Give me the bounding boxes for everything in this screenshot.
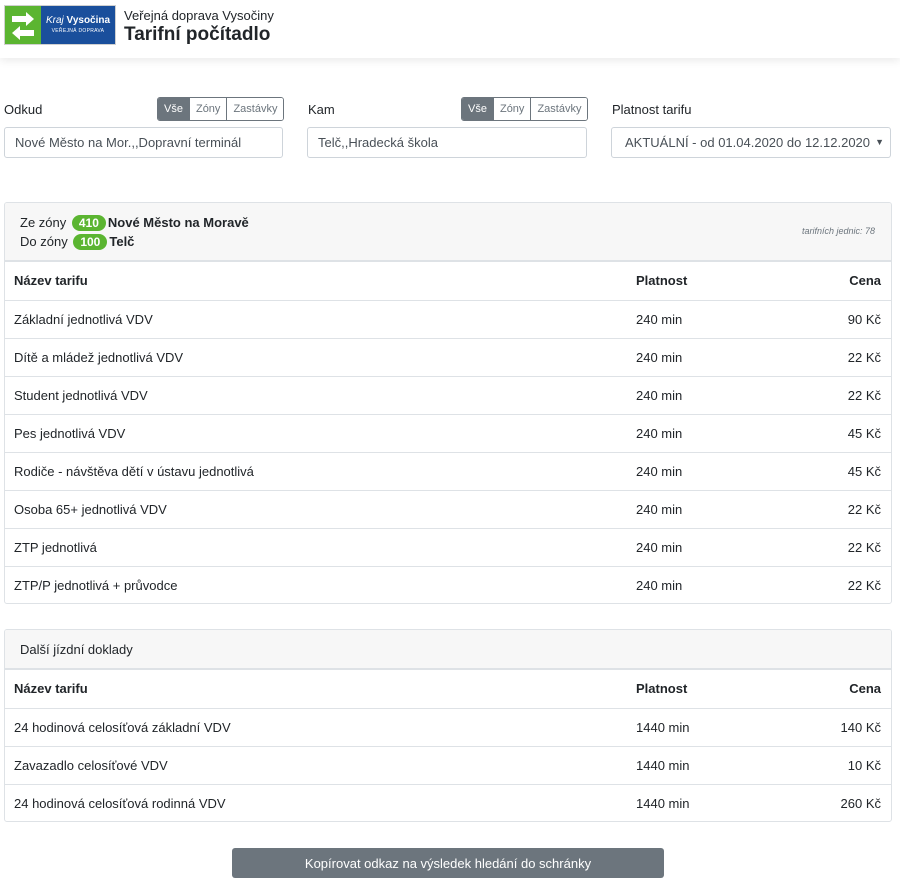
tariff-price: 260 Kč bbox=[840, 796, 881, 811]
from-zone-badge: 410 bbox=[71, 215, 106, 231]
tariff-price: 22 Kč bbox=[847, 350, 881, 365]
table-row: Dítě a mládež jednotlivá VDV 240 min 22 Kč bbox=[5, 338, 891, 376]
from-mode-toggle: Vše Zóny Zastávky bbox=[157, 97, 285, 121]
to-tab-stops[interactable]: Zastávky bbox=[530, 98, 588, 120]
table-row: Osoba 65+ jednotlivá VDV 240 min 22 Kč bbox=[5, 490, 891, 528]
app-header: Kraj Vysočina VEŘEJNÁ DOPRAVA Veřejná do… bbox=[0, 0, 900, 58]
table-row: Student jednotlivá VDV 240 min 22 Kč bbox=[5, 376, 891, 414]
from-zone-line: Ze zóny 410 Nové Město na Moravě bbox=[20, 215, 249, 231]
from-zone-prefix: Ze zóny bbox=[20, 215, 67, 230]
to-input[interactable]: Telč,,Hradecká škola bbox=[307, 127, 587, 158]
other-tickets-header: Další jízdní doklady bbox=[5, 630, 891, 670]
tariff-validity: 240 min bbox=[636, 464, 683, 479]
tariff-price: 22 Kč bbox=[847, 502, 881, 517]
tariff-price: 45 Kč bbox=[847, 464, 881, 479]
from-label: Odkud bbox=[4, 102, 43, 117]
table-row: Základní jednotlivá VDV 240 min 90 Kč bbox=[5, 300, 891, 338]
tariff-validity: 1440 min bbox=[636, 758, 690, 773]
tariff-validity: 240 min bbox=[636, 312, 683, 327]
copy-link-button[interactable]: Kopírovat odkaz na výsledek hledání do s… bbox=[232, 848, 664, 878]
table-row: Pes jednotlivá VDV 240 min 45 Kč bbox=[5, 414, 891, 452]
tariff-name: ZTP jednotlivá bbox=[14, 540, 97, 555]
tariff-price: 22 Kč bbox=[847, 388, 881, 403]
to-tab-zones[interactable]: Zóny bbox=[492, 98, 531, 120]
table-row: ZTP jednotlivá 240 min 22 Kč bbox=[5, 528, 891, 566]
to-tab-all[interactable]: Vše bbox=[462, 98, 493, 120]
to-label: Kam bbox=[308, 102, 335, 117]
from-tab-zones[interactable]: Zóny bbox=[188, 98, 227, 120]
tariff-units: tarifních jednic: 78 bbox=[801, 226, 875, 236]
table-row: 24 hodinová celosíťová rodinná VDV 1440 m… bbox=[5, 784, 891, 821]
validity-select[interactable]: AKTUÁLNÍ - od 01.04.2020 do 12.12.2020 ▼ bbox=[611, 127, 891, 158]
col-header-name: Název tarifu bbox=[14, 273, 88, 288]
tariff-name: ZTP/P jednotlivá + průvodce bbox=[14, 578, 178, 593]
tariff-name: Dítě a mládež jednotlivá VDV bbox=[14, 350, 184, 365]
logo-text-kraj: Kraj bbox=[45, 15, 64, 26]
to-mode-toggle: Vše Zóny Zastávky bbox=[461, 97, 589, 121]
logo-arrows-icon bbox=[12, 12, 34, 40]
tariff-validity: 240 min bbox=[636, 540, 683, 555]
logo-text-vysocina: Vysočina bbox=[66, 15, 111, 26]
tariff-price: 140 Kč bbox=[840, 720, 881, 735]
tariff-price: 45 Kč bbox=[847, 426, 881, 441]
kraj-vysocina-logo[interactable]: Kraj Vysočina VEŘEJNÁ DOPRAVA bbox=[4, 5, 116, 45]
tariff-name: Zavazadlo celosíťové VDV bbox=[14, 758, 168, 773]
from-tab-all[interactable]: Vše bbox=[158, 98, 189, 120]
app-subtitle: Veřejná doprava Vysočiny bbox=[124, 8, 274, 23]
col-header-name: Název tarifu bbox=[14, 681, 88, 696]
table-header-row: Název tarifu Platnost Cena bbox=[5, 262, 891, 300]
tariff-price: 22 Kč bbox=[847, 578, 881, 593]
dropdown-arrow-icon: ▼ bbox=[875, 137, 884, 147]
tariff-validity: 240 min bbox=[636, 426, 683, 441]
tariff-price: 10 Kč bbox=[847, 758, 881, 773]
col-header-validity: Platnost bbox=[636, 681, 688, 696]
tariff-price: 22 Kč bbox=[847, 540, 881, 555]
table-row: 24 hodinová celosíťová základní VDV 1440 … bbox=[5, 708, 891, 746]
tariff-rows: Základní jednotlivá VDV 240 min 90 Kč Dítě … bbox=[5, 300, 891, 603]
table-row: ZTP/P jednotlivá + průvodce 240 min 22 Kč bbox=[5, 566, 891, 603]
col-header-validity: Platnost bbox=[636, 273, 688, 288]
other-tickets-card: Další jízdní doklady Název tarifu Platno… bbox=[4, 629, 892, 822]
tariff-validity: 1440 min bbox=[636, 720, 690, 735]
tariff-validity: 240 min bbox=[636, 350, 683, 365]
tariff-validity: 240 min bbox=[636, 502, 683, 517]
col-header-price: Cena bbox=[849, 273, 881, 288]
to-zone-badge: 100 bbox=[73, 234, 108, 250]
table-row: Rodiče - návštěva dětí v ústavu jednotli… bbox=[5, 452, 891, 490]
table-row: Zavazadlo celosíťové VDV 1440 min 10 Kč bbox=[5, 746, 891, 784]
tariff-name: Rodiče - návštěva dětí v ústavu jednotli… bbox=[14, 464, 254, 479]
tariff-name: 24 hodinová celosíťová rodinná VDV bbox=[14, 796, 226, 811]
page-title: Tarifní počítadlo bbox=[124, 24, 271, 45]
from-input[interactable]: Nové Město na Mor.,,Dopravní terminál bbox=[4, 127, 283, 158]
validity-label: Platnost tarifu bbox=[612, 102, 692, 117]
tariff-results-card: Ze zóny 410 Nové Město na Moravě Do zóny … bbox=[4, 202, 892, 604]
zone-summary: Ze zóny 410 Nové Město na Moravě Do zóny … bbox=[5, 203, 891, 262]
tariff-validity: 240 min bbox=[636, 578, 683, 593]
tariff-validity: 1440 min bbox=[636, 796, 690, 811]
tariff-name: 24 hodinová celosíťová základní VDV bbox=[14, 720, 231, 735]
validity-selected-value: AKTUÁLNÍ - od 01.04.2020 do 12.12.2020 bbox=[625, 135, 871, 150]
other-tickets-title: Další jízdní doklady bbox=[20, 642, 133, 657]
col-header-price: Cena bbox=[849, 681, 881, 696]
tariff-name: Základní jednotlivá VDV bbox=[14, 312, 153, 327]
logo-wordmark: Kraj Vysočina VEŘEJNÁ DOPRAVA bbox=[41, 6, 115, 44]
tariff-name: Student jednotlivá VDV bbox=[14, 388, 148, 403]
to-zone-prefix: Do zóny bbox=[20, 234, 68, 249]
to-zone-line: Do zóny 100 Telč bbox=[20, 234, 134, 250]
from-tab-stops[interactable]: Zastávky bbox=[226, 98, 284, 120]
tariff-price: 90 Kč bbox=[847, 312, 881, 327]
other-ticket-rows: 24 hodinová celosíťová základní VDV 1440 … bbox=[5, 708, 891, 821]
from-zone-name: Nové Město na Moravě bbox=[107, 215, 249, 230]
logo-text-verejna-doprava: VEŘEJNÁ DOPRAVA bbox=[51, 28, 105, 34]
tariff-name: Pes jednotlivá VDV bbox=[14, 426, 126, 441]
to-zone-name: Telč bbox=[109, 234, 135, 249]
tariff-validity: 240 min bbox=[636, 388, 683, 403]
tariff-name: Osoba 65+ jednotlivá VDV bbox=[14, 502, 167, 517]
logo-mark bbox=[5, 6, 41, 44]
table-header-row: Název tarifu Platnost Cena bbox=[5, 670, 891, 708]
